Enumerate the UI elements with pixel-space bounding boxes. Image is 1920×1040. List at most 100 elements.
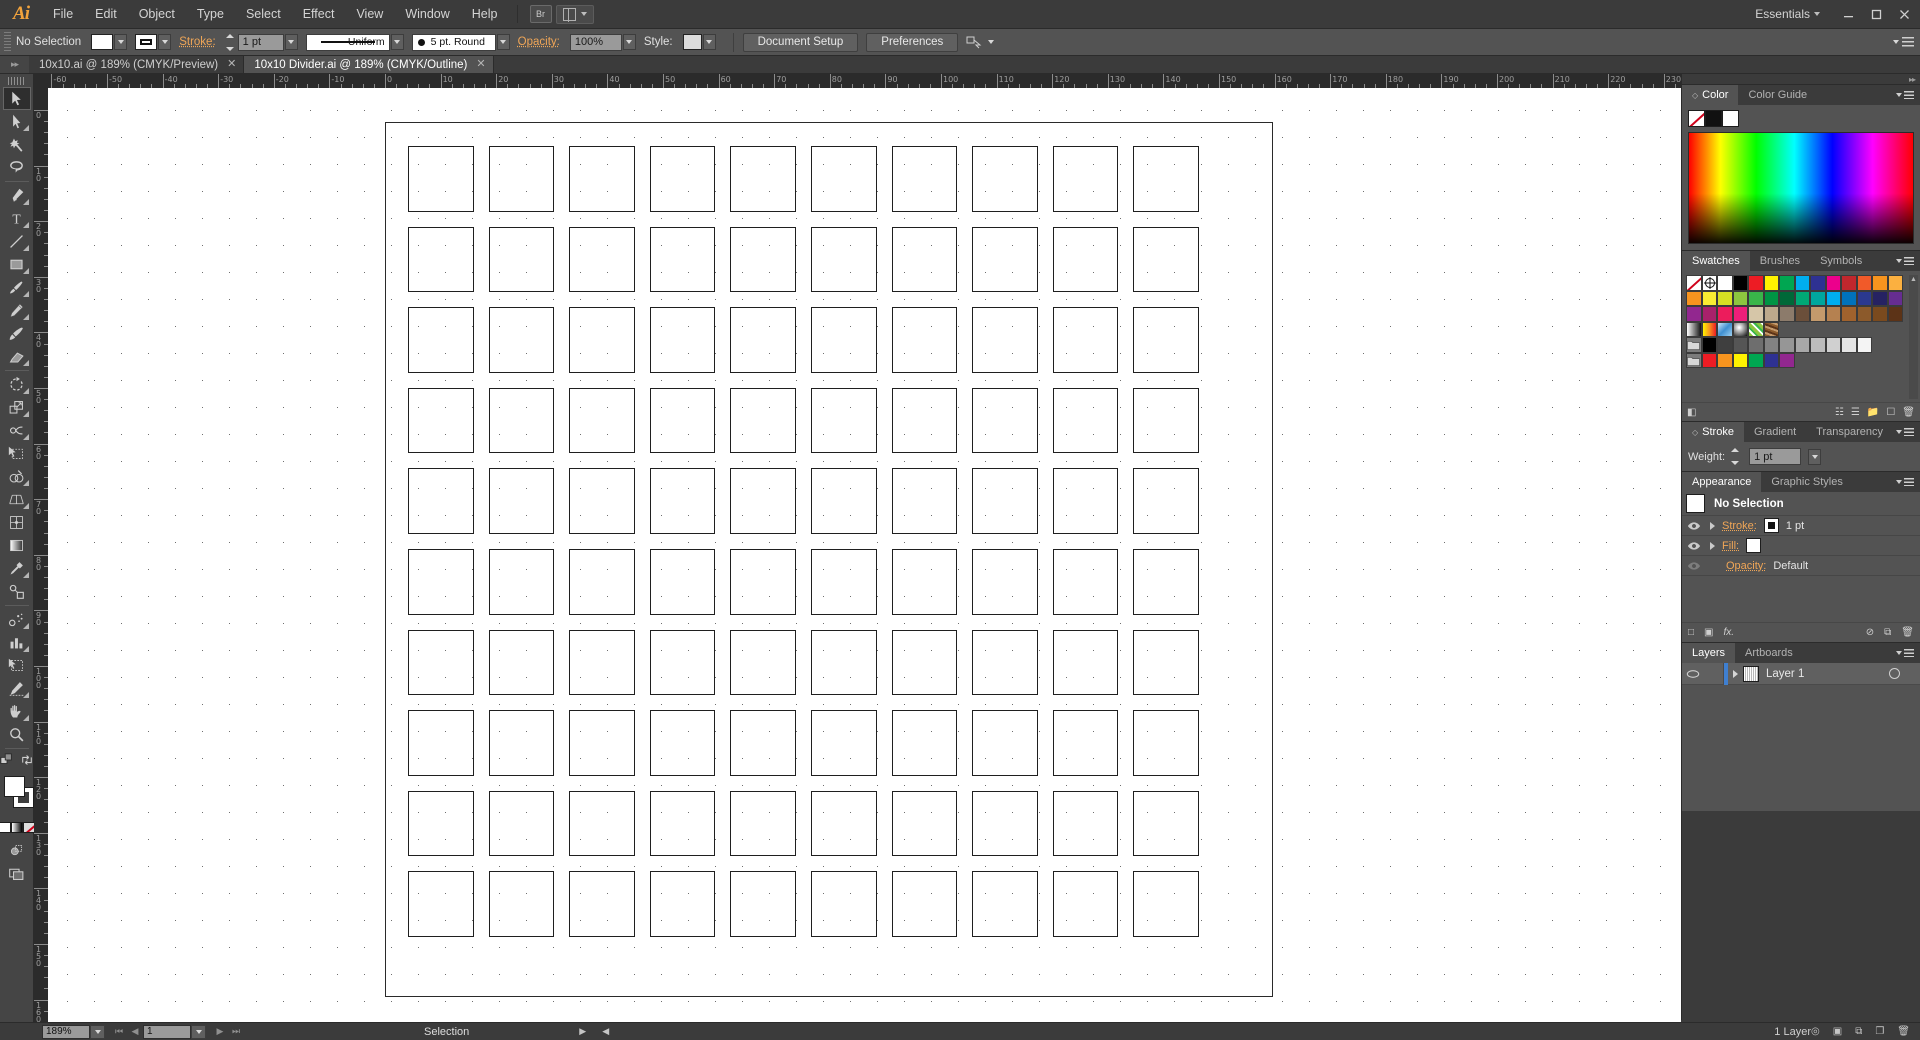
- swatch[interactable]: [1764, 337, 1780, 353]
- swatches-scrollbar[interactable]: ▲: [1909, 275, 1918, 399]
- divider-cell[interactable]: [892, 146, 958, 212]
- color-chip-white[interactable]: [1722, 110, 1739, 127]
- drawing-mode-button[interactable]: [3, 839, 31, 862]
- show-swatch-kinds-icon[interactable]: ☷: [1835, 407, 1844, 418]
- document-setup-button[interactable]: Document Setup: [743, 33, 859, 52]
- swatch[interactable]: [1733, 337, 1749, 353]
- slice-tool[interactable]: [3, 677, 31, 700]
- column-graph-tool[interactable]: [3, 631, 31, 654]
- appearance-stroke-label[interactable]: Stroke:: [1722, 520, 1757, 532]
- divider-cell[interactable]: [408, 549, 474, 615]
- arrange-documents-button[interactable]: [556, 5, 594, 24]
- line-segment-tool[interactable]: [3, 230, 31, 253]
- swatch[interactable]: [1826, 306, 1842, 322]
- stroke-profile-control[interactable]: Uniform: [306, 34, 404, 51]
- swatch[interactable]: [1795, 291, 1811, 307]
- artboard-number-field[interactable]: 1: [143, 1025, 191, 1039]
- divider-cell[interactable]: [730, 710, 796, 776]
- opacity-dropdown-icon[interactable]: [623, 34, 636, 50]
- swatch[interactable]: [1826, 337, 1842, 353]
- make-clipping-mask-icon[interactable]: ▣: [1833, 1026, 1842, 1037]
- document-tab-1-close-icon[interactable]: ✕: [227, 59, 236, 70]
- swatch[interactable]: [1748, 275, 1764, 291]
- delete-swatch-icon[interactable]: 🗑: [1902, 407, 1915, 418]
- rotate-tool[interactable]: [3, 373, 31, 396]
- swatch[interactable]: [1779, 353, 1795, 369]
- locate-object-icon[interactable]: ◎: [1811, 1026, 1820, 1037]
- swatch[interactable]: [1779, 306, 1795, 322]
- divider-cell[interactable]: [408, 307, 474, 373]
- swatch[interactable]: [1764, 291, 1780, 307]
- divider-cell[interactable]: [811, 227, 877, 293]
- zoom-tool[interactable]: [3, 723, 31, 746]
- free-transform-tool[interactable]: [3, 442, 31, 465]
- divider-cell[interactable]: [1053, 630, 1119, 696]
- divider-cell[interactable]: [811, 468, 877, 534]
- tab-color[interactable]: ◇ Color: [1682, 85, 1738, 105]
- swatches-grid[interactable]: ▲ ◧ ☷ ☰ 📁 ☐ 🗑: [1682, 271, 1920, 421]
- swatch[interactable]: [1810, 306, 1826, 322]
- stroke-panel-menu-icon[interactable]: [1896, 422, 1920, 442]
- divider-cell[interactable]: [892, 791, 958, 857]
- divider-cell[interactable]: [1053, 549, 1119, 615]
- swatch-gradient-blue[interactable]: [1717, 322, 1733, 338]
- swatch[interactable]: [1779, 337, 1795, 353]
- visibility-eye-icon[interactable]: [1686, 520, 1701, 532]
- tab-color-guide[interactable]: Color Guide: [1738, 85, 1817, 105]
- zoom-level-dropdown-icon[interactable]: [90, 1025, 105, 1039]
- swatch[interactable]: [1795, 337, 1811, 353]
- divider-cell[interactable]: [1053, 468, 1119, 534]
- divider-cell[interactable]: [569, 630, 635, 696]
- divider-cell[interactable]: [408, 791, 474, 857]
- tools-panel-grip[interactable]: [8, 77, 26, 85]
- transform-options-control[interactable]: [966, 35, 994, 49]
- divider-cell[interactable]: [972, 307, 1038, 373]
- divider-cell[interactable]: [1053, 710, 1119, 776]
- control-bar-grip[interactable]: [4, 32, 11, 52]
- divider-cell[interactable]: [811, 710, 877, 776]
- vertical-ruler[interactable]: 0102030405060708090100110120130140150160: [34, 88, 48, 1028]
- lasso-tool[interactable]: [3, 156, 31, 179]
- menu-file[interactable]: File: [42, 0, 84, 29]
- stroke-weight-label[interactable]: Stroke:: [179, 36, 215, 48]
- selection-tool[interactable]: [3, 87, 31, 110]
- divider-cell[interactable]: [730, 549, 796, 615]
- swatch[interactable]: [1795, 275, 1811, 291]
- swatch[interactable]: [1764, 306, 1780, 322]
- stroke-profile-preview[interactable]: Uniform: [306, 34, 390, 51]
- layer-name[interactable]: Layer 1: [1766, 668, 1804, 680]
- swatch[interactable]: [1748, 337, 1764, 353]
- new-color-group-icon[interactable]: 📁: [1867, 407, 1879, 418]
- divider-cell[interactable]: [650, 710, 716, 776]
- divider-cell[interactable]: [489, 710, 555, 776]
- add-new-stroke-icon[interactable]: □: [1688, 627, 1694, 638]
- divider-cell[interactable]: [892, 630, 958, 696]
- expand-triangle-icon[interactable]: [1710, 542, 1715, 550]
- divider-cell[interactable]: [489, 630, 555, 696]
- bridge-icon[interactable]: Br: [530, 5, 552, 23]
- menu-help[interactable]: Help: [461, 0, 509, 29]
- expand-triangle-icon[interactable]: [1710, 522, 1715, 530]
- appearance-row-stroke[interactable]: Stroke: 1 pt: [1682, 516, 1920, 536]
- swatch[interactable]: [1764, 353, 1780, 369]
- divider-cell[interactable]: [972, 710, 1038, 776]
- symbol-sprayer-tool[interactable]: [3, 608, 31, 631]
- swatch[interactable]: [1857, 337, 1873, 353]
- toolbar-fill-swatch[interactable]: [4, 776, 25, 797]
- clear-appearance-icon[interactable]: ⊘: [1866, 627, 1874, 638]
- stroke-color-control[interactable]: [135, 34, 171, 50]
- screen-mode-button[interactable]: [3, 862, 31, 885]
- swatch[interactable]: [1841, 275, 1857, 291]
- width-tool[interactable]: [3, 419, 31, 442]
- swatch[interactable]: [1764, 275, 1780, 291]
- swatch-color-group[interactable]: [1686, 353, 1702, 369]
- divider-cell[interactable]: [650, 388, 716, 454]
- eraser-tool[interactable]: [3, 345, 31, 368]
- swatch-registration[interactable]: [1702, 275, 1718, 291]
- divider-cell[interactable]: [730, 388, 796, 454]
- delete-item-icon[interactable]: 🗑: [1901, 627, 1914, 638]
- duplicate-item-icon[interactable]: ⧉: [1884, 627, 1891, 638]
- appearance-row-opacity[interactable]: Opacity: Default: [1682, 556, 1920, 576]
- color-mode-color-icon[interactable]: [0, 822, 11, 833]
- color-spectrum[interactable]: [1688, 132, 1914, 244]
